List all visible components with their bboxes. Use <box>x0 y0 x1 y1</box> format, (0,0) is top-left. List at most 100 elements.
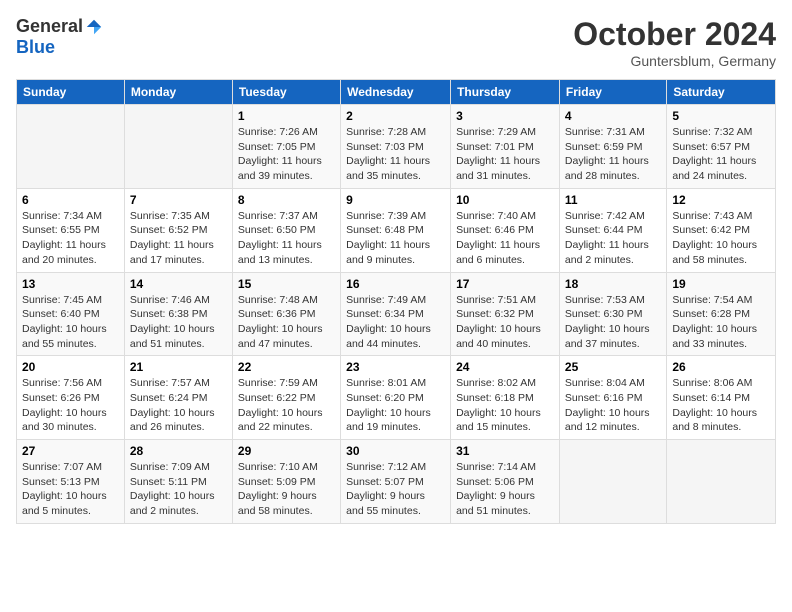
day-of-week-header: Friday <box>559 80 666 105</box>
cell-details: Sunrise: 7:51 AM Sunset: 6:32 PM Dayligh… <box>456 293 554 352</box>
day-number: 17 <box>456 277 554 291</box>
calendar-table: SundayMondayTuesdayWednesdayThursdayFrid… <box>16 79 776 524</box>
day-number: 30 <box>346 444 445 458</box>
day-of-week-header: Tuesday <box>232 80 340 105</box>
day-number: 8 <box>238 193 335 207</box>
day-number: 6 <box>22 193 119 207</box>
day-number: 9 <box>346 193 445 207</box>
day-number: 24 <box>456 360 554 374</box>
cell-details: Sunrise: 7:46 AM Sunset: 6:38 PM Dayligh… <box>130 293 227 352</box>
calendar-cell: 11 Sunrise: 7:42 AM Sunset: 6:44 PM Dayli… <box>559 188 666 272</box>
title-section: October 2024 Guntersblum, Germany <box>573 16 776 69</box>
logo-general: General <box>16 16 83 37</box>
calendar-week-row: 13 Sunrise: 7:45 AM Sunset: 6:40 PM Dayli… <box>17 272 776 356</box>
day-of-week-header: Sunday <box>17 80 125 105</box>
cell-details: Sunrise: 7:31 AM Sunset: 6:59 PM Dayligh… <box>565 125 661 184</box>
cell-details: Sunrise: 7:53 AM Sunset: 6:30 PM Dayligh… <box>565 293 661 352</box>
calendar-header-row: SundayMondayTuesdayWednesdayThursdayFrid… <box>17 80 776 105</box>
calendar-cell: 22 Sunrise: 7:59 AM Sunset: 6:22 PM Dayli… <box>232 356 340 440</box>
day-number: 2 <box>346 109 445 123</box>
cell-details: Sunrise: 8:06 AM Sunset: 6:14 PM Dayligh… <box>672 376 770 435</box>
day-number: 1 <box>238 109 335 123</box>
day-number: 26 <box>672 360 770 374</box>
cell-details: Sunrise: 7:32 AM Sunset: 6:57 PM Dayligh… <box>672 125 770 184</box>
day-number: 7 <box>130 193 227 207</box>
calendar-cell: 8 Sunrise: 7:37 AM Sunset: 6:50 PM Daylig… <box>232 188 340 272</box>
day-number: 22 <box>238 360 335 374</box>
calendar-week-row: 6 Sunrise: 7:34 AM Sunset: 6:55 PM Daylig… <box>17 188 776 272</box>
calendar-cell: 27Sunrise: 7:07 AM Sunset: 5:13 PM Dayli… <box>17 440 125 524</box>
cell-details: Sunrise: 7:57 AM Sunset: 6:24 PM Dayligh… <box>130 376 227 435</box>
calendar-cell: 6 Sunrise: 7:34 AM Sunset: 6:55 PM Daylig… <box>17 188 125 272</box>
cell-details: Sunrise: 7:09 AM Sunset: 5:11 PM Dayligh… <box>130 460 227 519</box>
calendar-cell: 28Sunrise: 7:09 AM Sunset: 5:11 PM Dayli… <box>124 440 232 524</box>
day-number: 20 <box>22 360 119 374</box>
cell-details: Sunrise: 7:37 AM Sunset: 6:50 PM Dayligh… <box>238 209 335 268</box>
cell-details: Sunrise: 8:01 AM Sunset: 6:20 PM Dayligh… <box>346 376 445 435</box>
cell-details: Sunrise: 7:34 AM Sunset: 6:55 PM Dayligh… <box>22 209 119 268</box>
day-number: 18 <box>565 277 661 291</box>
day-number: 4 <box>565 109 661 123</box>
calendar-cell: 31Sunrise: 7:14 AM Sunset: 5:06 PM Dayli… <box>451 440 560 524</box>
calendar-cell: 18 Sunrise: 7:53 AM Sunset: 6:30 PM Dayli… <box>559 272 666 356</box>
cell-details: Sunrise: 7:39 AM Sunset: 6:48 PM Dayligh… <box>346 209 445 268</box>
cell-details: Sunrise: 7:07 AM Sunset: 5:13 PM Dayligh… <box>22 460 119 519</box>
cell-details: Sunrise: 7:45 AM Sunset: 6:40 PM Dayligh… <box>22 293 119 352</box>
logo: General Blue <box>16 16 103 58</box>
calendar-week-row: 20 Sunrise: 7:56 AM Sunset: 6:26 PM Dayli… <box>17 356 776 440</box>
day-number: 29 <box>238 444 335 458</box>
logo-blue: Blue <box>16 37 55 58</box>
page-header: General Blue October 2024 Guntersblum, G… <box>16 16 776 69</box>
day-number: 12 <box>672 193 770 207</box>
day-number: 5 <box>672 109 770 123</box>
day-number: 10 <box>456 193 554 207</box>
cell-details: Sunrise: 7:56 AM Sunset: 6:26 PM Dayligh… <box>22 376 119 435</box>
calendar-body: 1 Sunrise: 7:26 AM Sunset: 7:05 PM Daylig… <box>17 105 776 524</box>
day-number: 19 <box>672 277 770 291</box>
calendar-cell: 15 Sunrise: 7:48 AM Sunset: 6:36 PM Dayli… <box>232 272 340 356</box>
cell-details: Sunrise: 7:26 AM Sunset: 7:05 PM Dayligh… <box>238 125 335 184</box>
day-number: 3 <box>456 109 554 123</box>
calendar-cell: 13 Sunrise: 7:45 AM Sunset: 6:40 PM Dayli… <box>17 272 125 356</box>
cell-details: Sunrise: 7:40 AM Sunset: 6:46 PM Dayligh… <box>456 209 554 268</box>
cell-details: Sunrise: 7:28 AM Sunset: 7:03 PM Dayligh… <box>346 125 445 184</box>
day-of-week-header: Thursday <box>451 80 560 105</box>
calendar-cell: 10 Sunrise: 7:40 AM Sunset: 6:46 PM Dayli… <box>451 188 560 272</box>
calendar-cell <box>124 105 232 189</box>
cell-details: Sunrise: 7:59 AM Sunset: 6:22 PM Dayligh… <box>238 376 335 435</box>
day-number: 13 <box>22 277 119 291</box>
calendar-cell <box>17 105 125 189</box>
calendar-cell: 9 Sunrise: 7:39 AM Sunset: 6:48 PM Daylig… <box>341 188 451 272</box>
calendar-cell: 1 Sunrise: 7:26 AM Sunset: 7:05 PM Daylig… <box>232 105 340 189</box>
day-number: 21 <box>130 360 227 374</box>
day-number: 23 <box>346 360 445 374</box>
day-number: 11 <box>565 193 661 207</box>
cell-details: Sunrise: 7:48 AM Sunset: 6:36 PM Dayligh… <box>238 293 335 352</box>
cell-details: Sunrise: 7:43 AM Sunset: 6:42 PM Dayligh… <box>672 209 770 268</box>
logo-icon <box>85 18 103 36</box>
calendar-cell: 4 Sunrise: 7:31 AM Sunset: 6:59 PM Daylig… <box>559 105 666 189</box>
calendar-cell <box>559 440 666 524</box>
calendar-cell: 23 Sunrise: 8:01 AM Sunset: 6:20 PM Dayli… <box>341 356 451 440</box>
calendar-cell: 25Sunrise: 8:04 AM Sunset: 6:16 PM Dayli… <box>559 356 666 440</box>
cell-details: Sunrise: 7:10 AM Sunset: 5:09 PM Dayligh… <box>238 460 335 519</box>
calendar-cell: 16Sunrise: 7:49 AM Sunset: 6:34 PM Dayli… <box>341 272 451 356</box>
cell-details: Sunrise: 7:49 AM Sunset: 6:34 PM Dayligh… <box>346 293 445 352</box>
calendar-cell: 5 Sunrise: 7:32 AM Sunset: 6:57 PM Daylig… <box>667 105 776 189</box>
cell-details: Sunrise: 7:42 AM Sunset: 6:44 PM Dayligh… <box>565 209 661 268</box>
day-number: 25 <box>565 360 661 374</box>
calendar-cell: 24Sunrise: 8:02 AM Sunset: 6:18 PM Dayli… <box>451 356 560 440</box>
calendar-cell: 20 Sunrise: 7:56 AM Sunset: 6:26 PM Dayli… <box>17 356 125 440</box>
location: Guntersblum, Germany <box>573 53 776 69</box>
calendar-cell: 7 Sunrise: 7:35 AM Sunset: 6:52 PM Daylig… <box>124 188 232 272</box>
day-number: 14 <box>130 277 227 291</box>
calendar-cell: 26 Sunrise: 8:06 AM Sunset: 6:14 PM Dayli… <box>667 356 776 440</box>
month-title: October 2024 <box>573 16 776 53</box>
day-number: 15 <box>238 277 335 291</box>
day-of-week-header: Saturday <box>667 80 776 105</box>
cell-details: Sunrise: 7:35 AM Sunset: 6:52 PM Dayligh… <box>130 209 227 268</box>
calendar-cell: 19Sunrise: 7:54 AM Sunset: 6:28 PM Dayli… <box>667 272 776 356</box>
calendar-week-row: 27Sunrise: 7:07 AM Sunset: 5:13 PM Dayli… <box>17 440 776 524</box>
calendar-cell <box>667 440 776 524</box>
calendar-cell: 3Sunrise: 7:29 AM Sunset: 7:01 PM Daylig… <box>451 105 560 189</box>
